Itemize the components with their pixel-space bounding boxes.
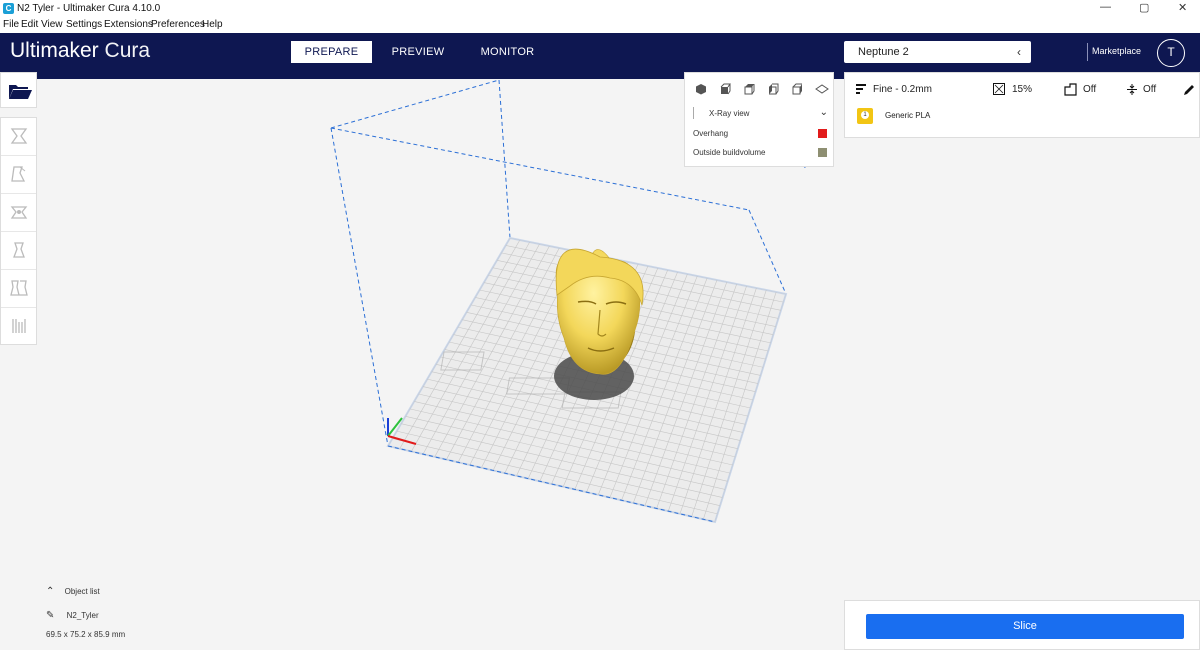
tab-preview[interactable]: PREVIEW bbox=[382, 41, 454, 63]
support-icon bbox=[1064, 83, 1077, 96]
mirror-tool-button[interactable] bbox=[1, 232, 36, 270]
printer-name: Neptune 2 bbox=[858, 46, 909, 58]
object-dimensions: 69.5 x 75.2 x 85.9 mm bbox=[46, 630, 126, 639]
profile-value: Fine - 0.2mm bbox=[873, 84, 932, 95]
maximize-button[interactable]: ▢ bbox=[1139, 1, 1149, 14]
menu-settings[interactable]: Settings bbox=[66, 19, 102, 30]
tool-sidebar bbox=[0, 117, 37, 345]
right-view-button[interactable] bbox=[791, 83, 803, 95]
menu-view[interactable]: View bbox=[41, 19, 63, 30]
chevron-up-icon: ⌃ bbox=[46, 586, 55, 597]
object-name-row[interactable]: ✎ N2_Tyler bbox=[46, 610, 99, 621]
edit-pencil-icon[interactable] bbox=[1183, 84, 1195, 96]
per-model-settings-button[interactable] bbox=[1, 270, 36, 308]
tab-prepare[interactable]: PREPARE bbox=[291, 41, 372, 63]
layflat-view-button[interactable] bbox=[815, 83, 829, 95]
object-list-toggle[interactable]: ⌃ Object list bbox=[46, 586, 100, 597]
scale-icon bbox=[11, 166, 26, 182]
window-title: N2 Tyler - Ultimaker Cura 4.10.0 bbox=[17, 3, 161, 14]
overhang-swatch bbox=[818, 129, 827, 138]
legend-overhang: Overhang bbox=[693, 128, 827, 140]
view-mode-dropdown[interactable]: X-Ray view ⌄ bbox=[693, 107, 828, 121]
menu-file[interactable]: File bbox=[3, 19, 19, 30]
brand-name: Ultimaker bbox=[10, 39, 99, 62]
cura-app-icon: C bbox=[3, 3, 14, 14]
infill-value: 15% bbox=[1012, 84, 1033, 95]
rotate-tool-button[interactable] bbox=[1, 194, 36, 232]
cube-top-icon bbox=[744, 84, 755, 95]
chevron-down-icon: ⌄ bbox=[819, 107, 828, 118]
view-mode-label: X-Ray view bbox=[709, 109, 750, 118]
chevron-left-icon: ‹ bbox=[1017, 45, 1021, 59]
extruder-number: 1 bbox=[861, 111, 869, 119]
rotate-icon bbox=[10, 206, 28, 219]
object-list-label: Object list bbox=[64, 587, 100, 596]
mirror-icon bbox=[13, 242, 25, 258]
tab-monitor[interactable]: MONITOR bbox=[470, 41, 545, 63]
close-button[interactable]: ✕ bbox=[1178, 1, 1187, 14]
support-value: Off bbox=[1083, 84, 1097, 95]
menu-bar: File Edit View Settings Extensions Prefe… bbox=[0, 17, 1200, 33]
print-settings-panel[interactable]: Fine - 0.2mm 15% Off Off 1 Generic PLA bbox=[844, 72, 1200, 138]
printer-selector[interactable]: Neptune 2 ‹ bbox=[844, 41, 1031, 63]
slice-button[interactable]: Slice bbox=[866, 614, 1184, 639]
menu-preferences[interactable]: Preferences bbox=[151, 19, 205, 30]
adhesion-value: Off bbox=[1143, 84, 1157, 95]
legend-label: Outside buildvolume bbox=[693, 148, 766, 157]
pencil-icon: ✎ bbox=[46, 610, 55, 621]
scale-tool-button[interactable] bbox=[1, 156, 36, 194]
cube-front-icon bbox=[720, 83, 731, 95]
front-view-button[interactable] bbox=[719, 83, 731, 95]
outside-buildvolume-swatch bbox=[818, 148, 827, 157]
support-blocker-icon bbox=[12, 319, 26, 333]
cube-right-icon bbox=[792, 83, 802, 95]
adhesion-icon bbox=[1127, 84, 1137, 95]
legend-outside-buildvolume: Outside buildvolume bbox=[693, 147, 827, 159]
folder-open-icon bbox=[9, 85, 32, 99]
window-title-bar: C N2 Tyler - Ultimaker Cura 4.10.0 — ▢ ✕ bbox=[0, 0, 1200, 17]
slice-panel: Slice bbox=[844, 600, 1200, 650]
header-divider bbox=[1087, 43, 1088, 61]
brand-product: Cura bbox=[98, 39, 151, 62]
minimize-button[interactable]: — bbox=[1100, 1, 1111, 13]
left-view-button[interactable] bbox=[767, 83, 779, 95]
menu-help[interactable]: Help bbox=[202, 19, 223, 30]
legend-label: Overhang bbox=[693, 129, 729, 138]
eye-outline-icon bbox=[815, 84, 829, 94]
open-file-button[interactable] bbox=[0, 72, 37, 108]
menu-edit[interactable]: Edit bbox=[21, 19, 38, 30]
extruder-badge: 1 bbox=[857, 108, 873, 124]
view-panel: X-Ray view ⌄ Overhang Outside buildvolum… bbox=[684, 72, 834, 167]
support-blocker-button[interactable] bbox=[1, 308, 36, 346]
menu-extensions[interactable]: Extensions bbox=[104, 19, 153, 30]
3d-view-button[interactable] bbox=[695, 83, 707, 95]
user-avatar[interactable]: T bbox=[1157, 39, 1185, 67]
camera-view-buttons bbox=[695, 83, 830, 97]
cube-solid-icon bbox=[696, 84, 706, 95]
profile-icon bbox=[856, 84, 866, 94]
dropdown-divider bbox=[693, 107, 694, 119]
material-name: Generic PLA bbox=[885, 111, 931, 120]
move-icon bbox=[10, 128, 28, 144]
move-tool-button[interactable] bbox=[1, 118, 36, 156]
top-view-button[interactable] bbox=[743, 83, 755, 95]
object-name: N2_Tyler bbox=[66, 611, 99, 620]
per-model-settings-icon bbox=[10, 280, 28, 296]
cube-left-icon bbox=[769, 83, 779, 95]
marketplace-button[interactable]: Marketplace bbox=[1092, 46, 1141, 56]
brand-logo: Ultimaker Cura bbox=[10, 39, 150, 63]
infill-icon bbox=[993, 83, 1005, 95]
